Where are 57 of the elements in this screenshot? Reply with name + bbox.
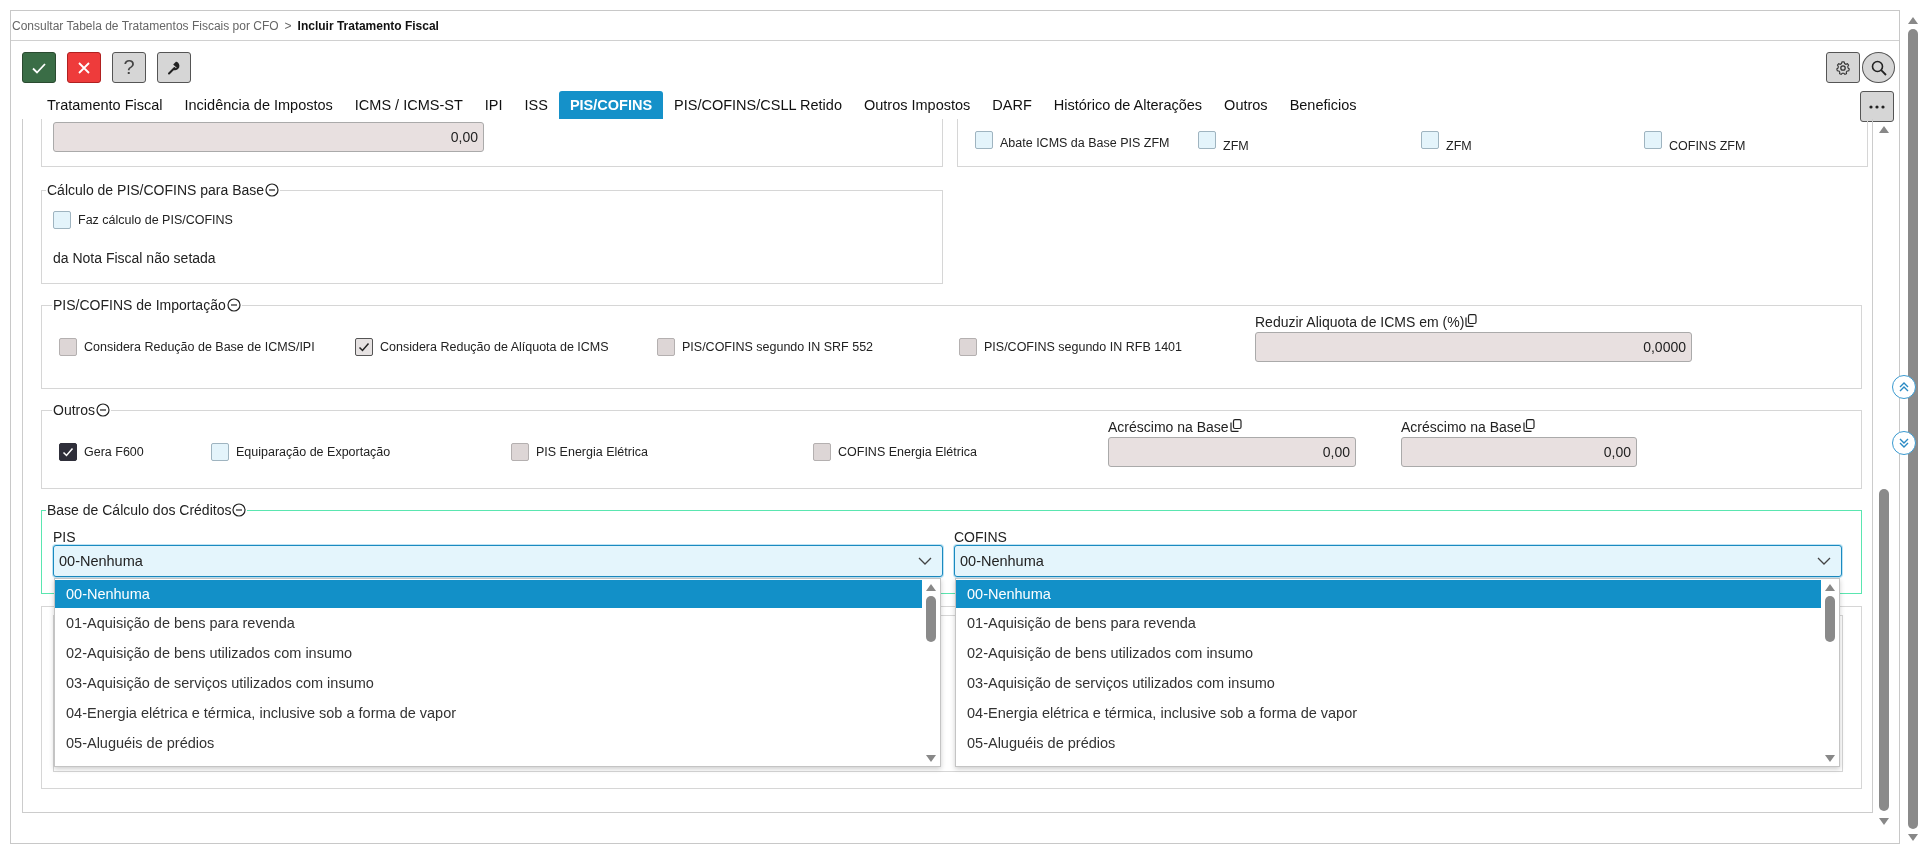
tab[interactable]: Tratamento Fiscal <box>36 91 174 119</box>
dropdown-field[interactable]: 00-Nenhuma <box>53 545 943 577</box>
checkbox-label: COFINS ZFM <box>1669 137 1746 153</box>
input-field[interactable]: 0,00 <box>1401 437 1637 467</box>
checkbox-label: PIS Energia Elétrica <box>536 445 648 459</box>
field-label: PIS <box>53 529 77 545</box>
field-label: Acréscimo na Base <box>1401 419 1522 435</box>
breadcrumb-link[interactable]: Consultar Tabela de Tratamentos Fiscais por CFO <box>12 18 279 33</box>
breadcrumb-separator: > <box>284 18 292 33</box>
dropdown-option[interactable]: 00-Nenhuma <box>956 580 1821 608</box>
checkbox-label: Considera Redução de Base de ICMS/IPI <box>84 340 315 354</box>
dropdown-option[interactable]: 05-Aluguéis de prédios <box>956 728 1821 758</box>
checkbox-label: COFINS Energia Elétrica <box>838 445 977 459</box>
input-field[interactable]: 0,0000 <box>1255 332 1692 362</box>
dropdown-option[interactable]: 02-Aquisição de bens utilizados com insumo <box>956 638 1821 668</box>
dropdown-option[interactable]: 01-Aquisição de bens para revenda <box>55 608 922 638</box>
page-title: Incluir Tratamento Fiscal <box>297 18 439 33</box>
dropdown-option[interactable]: 00-Nenhuma <box>55 580 922 608</box>
field-label: COFINS <box>954 529 1008 545</box>
dropdown-option[interactable]: 03-Aquisição de serviços utilizados com insumo <box>55 668 922 698</box>
tab[interactable]: PIS/COFINS/CSLL Retido <box>663 91 853 119</box>
checkbox-label: Abate ICMS da Base PIS ZFM <box>1000 135 1170 150</box>
tab[interactable]: Outros Impostos <box>852 91 982 119</box>
dropdown-field[interactable]: 00-Nenhuma <box>954 545 1842 577</box>
tab[interactable]: Outros <box>1213 91 1279 119</box>
checkbox-label: Gera F600 <box>84 445 144 459</box>
tab[interactable]: DARF <box>981 91 1043 119</box>
dropdown-option[interactable]: 03-Aquisição de serviços utilizados com insumo <box>956 668 1821 698</box>
dropdown-option[interactable]: 05-Aluguéis de prédios <box>55 728 922 758</box>
dropdown-option[interactable]: 04-Energia elétrica e térmica, inclusive sob a forma de vapor <box>55 698 922 728</box>
tab[interactable]: Histórico de Alterações <box>1042 91 1214 119</box>
dropdown-option[interactable]: 04-Energia elétrica e térmica, inclusive sob a forma de vapor <box>956 698 1821 728</box>
help-button[interactable]: ? <box>112 52 146 83</box>
field-label: Acréscimo na Base <box>1108 419 1229 435</box>
section-title: Outros <box>53 401 95 419</box>
checkbox-label: Considera Redução de Alíquota de ICMS <box>380 340 609 354</box>
checkbox-label: ZFM <box>1223 137 1249 153</box>
checkbox-label: PIS/COFINS segundo IN SRF 552 <box>682 340 874 354</box>
tab[interactable]: Beneficios <box>1278 91 1368 119</box>
tab[interactable]: Incidência de Impostos <box>173 91 344 119</box>
checkbox-label: PIS/COFINS segundo IN RFB 1401 <box>984 340 1182 354</box>
dropdown-option[interactable]: 01-Aquisição de bens para revenda <box>956 608 1821 638</box>
section-title: Cálculo de PIS/COFINS para Base <box>47 181 265 199</box>
tab[interactable]: ISS <box>513 91 559 119</box>
checkbox-label: ZFM <box>1446 137 1472 153</box>
dropdown-option[interactable]: 02-Aquisição de bens utilizados com insumo <box>55 638 922 668</box>
field-label: Reduzir Aliquota de ICMS em (%) <box>1255 314 1465 330</box>
tab[interactable]: IPI <box>473 91 514 119</box>
section-title: Base de Cálculo dos Créditos <box>47 501 232 519</box>
status-text: da Nota Fiscal não setada <box>53 250 217 266</box>
section-title: PIS/COFINS de Importação <box>53 296 226 314</box>
checkbox-label: Faz cálculo de PIS/COFINS <box>78 213 233 227</box>
input-field[interactable]: 0,00 <box>53 122 484 152</box>
input-field[interactable]: 0,00 <box>1108 437 1356 467</box>
tab[interactable]: PIS/COFINS <box>558 91 664 119</box>
checkbox-label: Equiparação de Exportação <box>236 445 391 459</box>
tab[interactable]: ICMS / ICMS-ST <box>343 91 474 119</box>
